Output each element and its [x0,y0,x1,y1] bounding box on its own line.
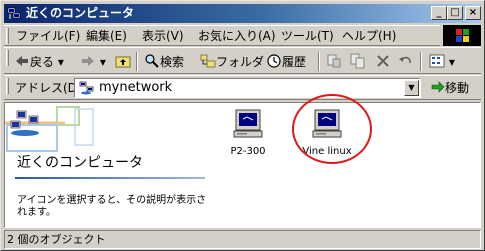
banner-description: アイコンを選択すると、その説明が表示されます。 [17,195,207,218]
folders-button[interactable]: フォルダ [200,53,264,70]
history-button[interactable]: 履歴 [266,53,306,70]
window-title: 近くのコンピュータ [26,6,135,20]
folders-icon [200,54,216,68]
back-dropdown-icon[interactable]: ▾ [54,55,64,69]
menu-help[interactable]: ヘルプ(H) [342,29,396,43]
views-icon [429,54,445,68]
toolbar-separator [136,52,138,71]
up-folder-icon [115,56,131,68]
search-icon [145,54,159,68]
menu-view[interactable]: 表示(V) [142,29,184,43]
forward-button[interactable]: ▾ [80,53,106,70]
history-label: 履歴 [282,55,307,69]
maximize-button[interactable]: □ [447,6,463,20]
back-button[interactable]: 戻る ▾ [14,53,64,70]
banner-graphic [5,103,95,153]
address-label: アドレス(D) [15,81,82,95]
computer-icon [233,109,263,138]
move-to-button[interactable] [326,53,342,70]
forward-arrow-icon [82,56,94,66]
views-button[interactable]: ▾ [429,53,455,70]
forward-dropdown-icon[interactable]: ▾ [96,55,106,69]
status-bar: 2 個のオブジェクト [4,230,481,249]
up-folder-button[interactable] [115,53,131,70]
go-arrow-icon [431,81,445,93]
delete-icon [377,55,389,67]
menu-favorites[interactable]: お気に入り(A) [198,29,276,43]
status-text: 2 個のオブジェクト [7,233,106,246]
title-bar[interactable]: 近くのコンピュータ _ □ × [4,4,481,23]
content-pane[interactable]: 近くのコンピュータ アイコンを選択すると、その説明が表示されます。 P2-300 [4,102,481,228]
network-computers-icon [7,7,21,19]
delete-button[interactable] [375,53,391,70]
toolbar-separator [420,52,422,71]
windows-logo-icon [443,25,481,46]
menu-bar: ファイル(F) 編集(E) 表示(V) お気に入り(A) ツール(T) ヘルプ(… [4,25,440,46]
computer-item-label: P2-300 [230,146,266,157]
banner-title: 近くのコンピュータ [17,155,143,171]
explorer-window: 近くのコンピュータ _ □ × ファイル(F) 編集(E) 表示(V) お気に入… [0,0,485,251]
address-value: mynetwork [99,80,173,95]
address-dropdown-button[interactable]: ▼ [404,80,419,96]
address-input[interactable]: mynetwork ▼ [74,78,421,98]
address-grip[interactable] [6,78,9,94]
toolbar-separator [318,52,320,71]
highlight-circle [292,94,372,164]
computer-item[interactable]: P2-300 [218,107,278,158]
folders-label: フォルダ [216,55,265,69]
toolbar-grip[interactable] [6,50,9,66]
network-icon [79,81,94,95]
address-bar: アドレス(D) mynetwork ▼ 移動 [4,75,481,100]
copy-to-icon [350,53,365,69]
back-label: 戻る [30,55,55,69]
views-dropdown-icon[interactable]: ▾ [445,55,455,69]
history-icon [267,54,281,68]
menu-file[interactable]: ファイル(F) [16,29,80,43]
undo-button[interactable] [398,53,414,70]
go-label: 移動 [445,81,470,95]
back-arrow-icon [16,56,28,66]
go-button[interactable]: 移動 [431,80,469,96]
search-button[interactable]: 検索 [144,53,184,70]
close-button[interactable]: × [465,6,481,20]
standard-toolbar: 戻る ▾ ▾ 検索 フォルダ 履歴 ▾ [4,47,481,74]
undo-icon [399,56,411,64]
search-label: 検索 [160,55,185,69]
move-to-icon [327,54,341,68]
copy-to-button[interactable] [350,53,366,70]
menu-tools[interactable]: ツール(T) [281,29,334,43]
status-cell: 2 個のオブジェクト [4,230,481,249]
menu-edit[interactable]: 編集(E) [86,29,127,43]
minimize-button[interactable]: _ [431,6,447,20]
menu-grip[interactable] [6,28,9,44]
banner-divider [15,177,205,179]
webview-banner: 近くのコンピュータ アイコンを選択すると、その説明が表示されます。 [5,103,210,223]
